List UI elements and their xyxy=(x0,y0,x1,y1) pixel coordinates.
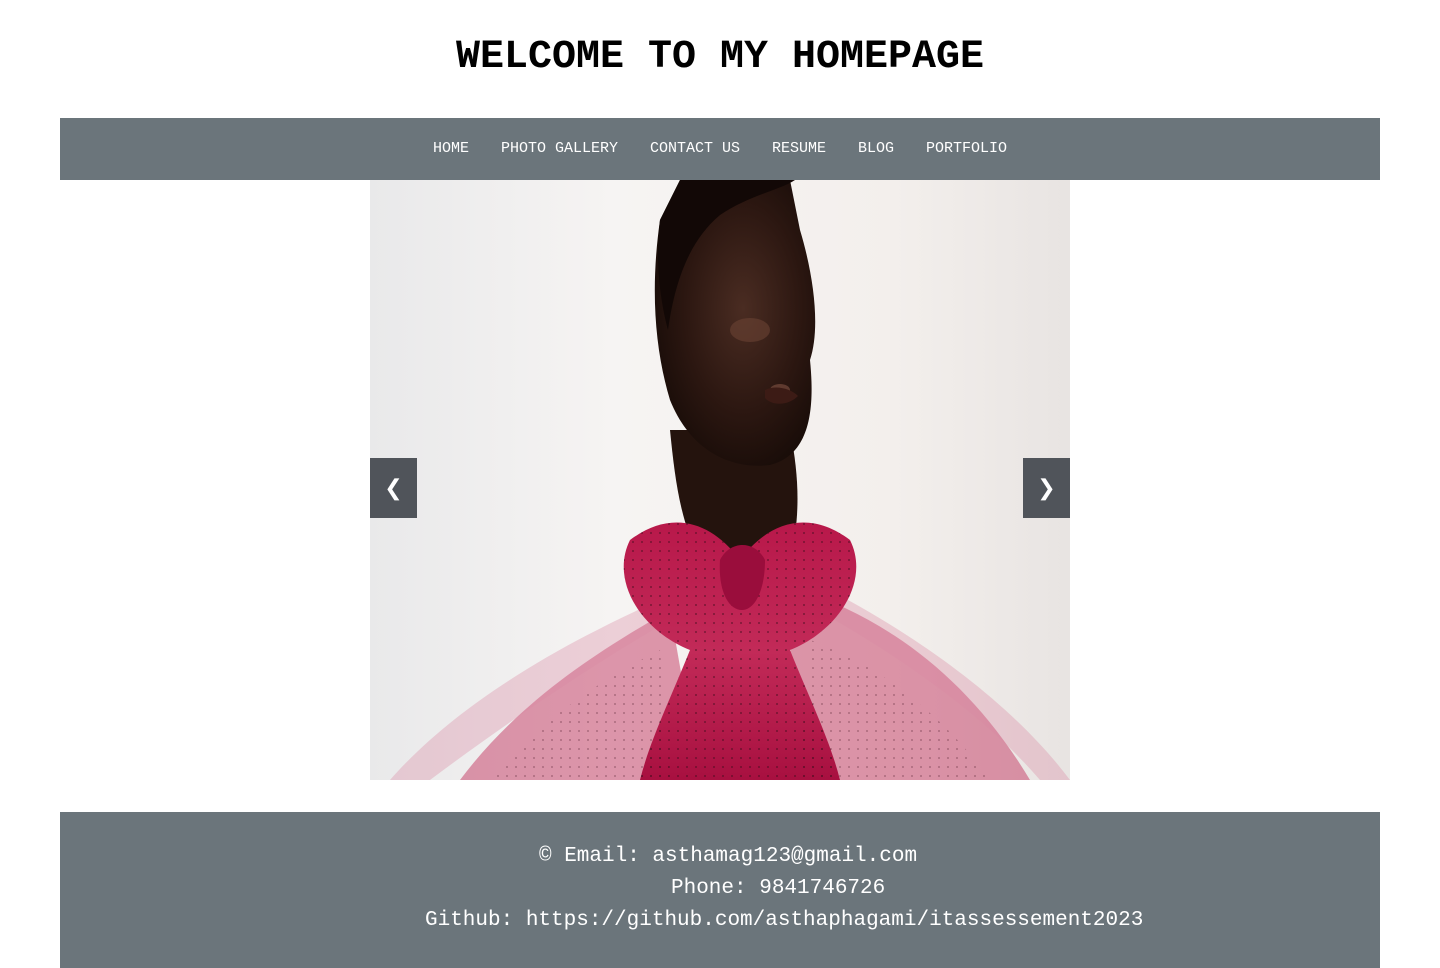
nav-item-portfolio[interactable]: PORTFOLIO xyxy=(910,118,1023,180)
footer-email: © Email: asthamag123@gmail.com xyxy=(539,845,918,868)
nav-item-resume[interactable]: RESUME xyxy=(756,118,842,180)
page: WELCOME TO MY HOMEPAGE HOME PHOTO GALLER… xyxy=(0,0,1440,968)
nav-item-contact-us[interactable]: CONTACT US xyxy=(634,118,756,180)
page-title: WELCOME TO MY HOMEPAGE xyxy=(455,35,985,80)
previous-slide-button[interactable]: ❮ xyxy=(370,458,417,518)
main-navbar: HOME PHOTO GALLERY CONTACT US RESUME BLO… xyxy=(60,118,1380,180)
next-slide-button[interactable]: ❯ xyxy=(1023,458,1070,518)
footer-github-link[interactable]: Github: https://github.com/asthaphagami/… xyxy=(425,905,1143,937)
fashion-portrait-photo xyxy=(370,180,1070,780)
nav-item-blog[interactable]: BLOG xyxy=(842,118,910,180)
footer-phone: Phone: 9841746726 xyxy=(671,877,886,900)
site-footer: © Email: asthamag123@gmail.com Phone: 98… xyxy=(60,812,1380,968)
nav-item-home[interactable]: HOME xyxy=(417,118,485,180)
nav-item-photo-gallery[interactable]: PHOTO GALLERY xyxy=(485,118,634,180)
photo-slideshow: ❮ ❯ xyxy=(370,180,1070,780)
